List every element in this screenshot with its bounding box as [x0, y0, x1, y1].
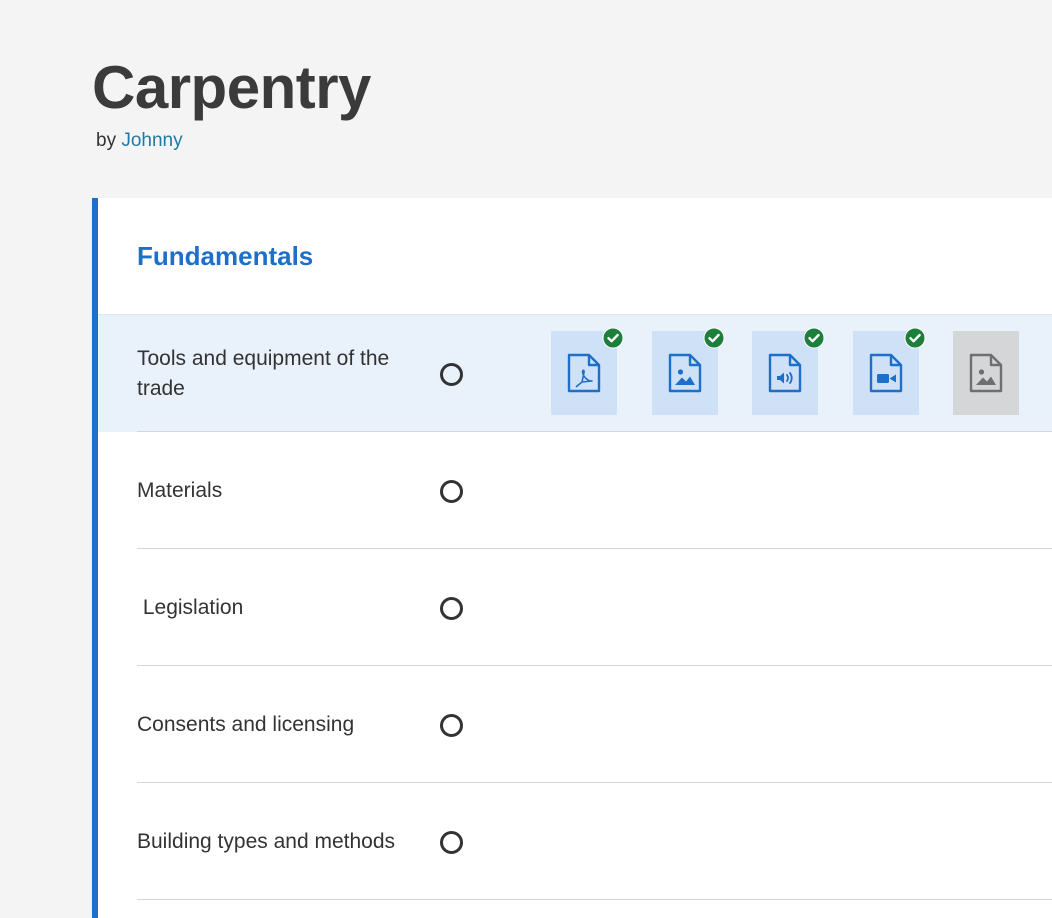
resource-image-tile[interactable]: [652, 327, 725, 415]
row-divider: [137, 899, 1052, 900]
lesson-status-icon: [440, 830, 463, 854]
lesson-title: Consents and licensing: [137, 712, 355, 736]
author-link[interactable]: Johnny: [121, 130, 182, 151]
lesson-title: Building types and methods: [137, 829, 395, 853]
resource-image-tile[interactable]: [953, 331, 1019, 415]
lesson-status-icon: [440, 596, 463, 620]
resource-audio-tile[interactable]: [752, 327, 825, 415]
lesson-title: Legislation: [137, 595, 244, 619]
lesson-row-materials[interactable]: Materials: [98, 432, 1052, 549]
resource-pdf-tile[interactable]: [551, 327, 624, 415]
lesson-title: Materials: [137, 478, 223, 502]
lesson-row-building-types[interactable]: Building types and methods: [98, 783, 1052, 900]
lesson-status-icon: [440, 362, 463, 386]
course-byline: by Johnny: [96, 130, 183, 152]
lesson-row-legislation[interactable]: Legislation: [98, 549, 1052, 666]
by-label: by: [96, 130, 117, 151]
resource-video-tile[interactable]: [853, 327, 926, 415]
lesson-title: Tools and equipment of the trade: [137, 346, 396, 400]
lesson-status-icon: [440, 713, 463, 737]
section-title: Fundamentals: [137, 241, 314, 271]
lesson-row-tools[interactable]: Tools and equipment of the trade: [98, 315, 1052, 432]
lesson-row-consents[interactable]: Consents and licensing: [98, 666, 1052, 783]
lesson-status-icon: [440, 479, 463, 503]
course-title: Carpentry: [92, 54, 371, 121]
section-card: Fundamentals Tools and equipment of the …: [92, 198, 1052, 918]
